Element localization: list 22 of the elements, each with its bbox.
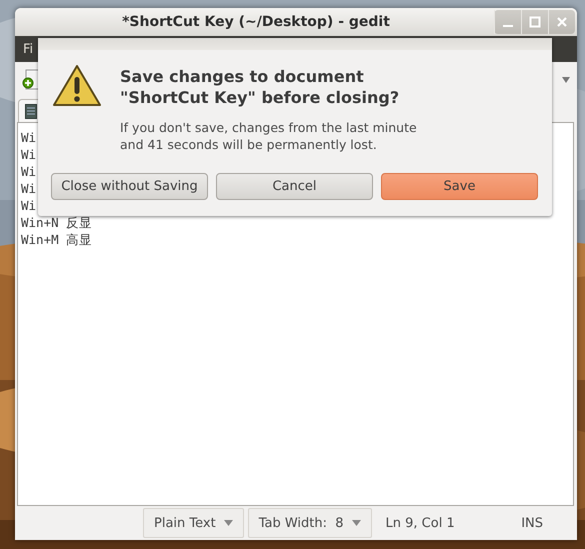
warning-icon — [52, 64, 102, 108]
status-dropdown[interactable]: Tab Width: 8 — [248, 508, 372, 538]
dialog-button[interactable]: Close without Saving — [51, 173, 208, 200]
dialog-heading: Save changes to document "ShortCut Key" before closing? — [120, 66, 400, 108]
window-title: *ShortCut Key (~/Desktop) - gedit — [121, 14, 391, 30]
text-line: Wi — [21, 146, 36, 163]
menu-item[interactable]: Fi — [21, 42, 36, 56]
status-dropdown[interactable]: Plain Text — [143, 508, 244, 538]
dropdown-arrow-icon[interactable] — [561, 76, 571, 84]
dialog-message: If you don't save, changes from the last minute and 41 seconds will be permanently lost. — [120, 119, 417, 153]
dialog-button[interactable]: Save — [381, 173, 538, 200]
status-text: Ln 9, Col 1 — [384, 514, 456, 532]
status-text: INS — [520, 514, 544, 532]
dropdown-arrow-icon — [224, 520, 233, 526]
text-line: Win+M 高显 — [21, 231, 92, 248]
text-line: Wi — [21, 129, 36, 146]
dialog-button[interactable]: Cancel — [216, 173, 373, 200]
text-line: Win+N 反显 — [21, 214, 92, 231]
text-line: Wi — [21, 163, 36, 180]
text-line: Wi — [21, 180, 36, 197]
dropdown-arrow-icon — [352, 520, 361, 526]
text-line: Wi — [21, 197, 36, 214]
